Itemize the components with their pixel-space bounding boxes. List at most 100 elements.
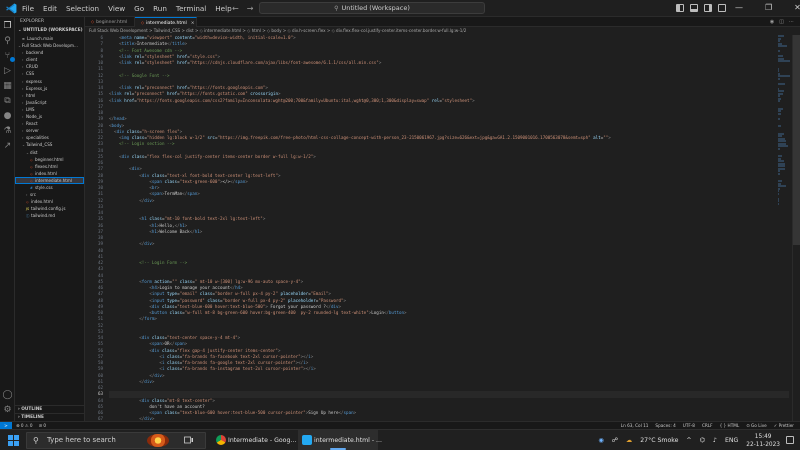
live-share-icon[interactable]: ↗ xyxy=(2,141,13,152)
customize-layout-icon[interactable] xyxy=(718,4,726,12)
minimap-line xyxy=(778,100,780,102)
minimap[interactable] xyxy=(778,35,790,205)
code-token: > xyxy=(278,91,281,97)
taskbar-app-chrome[interactable]: Intermediate - Goog... xyxy=(212,430,298,450)
explorer-icon[interactable]: ❐ xyxy=(2,21,13,32)
search-icon[interactable]: ⚲ xyxy=(2,36,13,47)
code-content[interactable]: <meta name="viewport" content="width=dev… xyxy=(109,35,789,421)
tree-file[interactable]: ◇ flexes.html xyxy=(15,163,84,170)
menu-item-file[interactable]: File xyxy=(22,3,34,14)
tree-file[interactable]: ≡ Launch.main xyxy=(15,35,84,42)
task-view-icon[interactable] xyxy=(184,435,194,445)
remote-explorer-icon[interactable]: ⧉ xyxy=(2,96,13,107)
toggle-panel-icon[interactable] xyxy=(690,4,698,12)
code-token: </ xyxy=(109,378,145,384)
tree-folder[interactable]: › html xyxy=(15,92,84,99)
go-live-icon[interactable]: ◉ xyxy=(770,17,774,27)
menu-item-edit[interactable]: Edit xyxy=(43,3,57,14)
accounts-icon[interactable]: ◯ xyxy=(2,390,13,401)
tree-folder[interactable]: › client xyxy=(15,56,84,63)
forward-arrow-icon[interactable]: → xyxy=(247,3,254,14)
tree-file[interactable]: # style.css xyxy=(15,184,84,191)
maximize-button[interactable]: ❐ xyxy=(765,2,772,14)
notifications-icon[interactable] xyxy=(786,436,794,444)
tree-folder[interactable]: › CRUD xyxy=(15,63,84,70)
taskbar-app-vscode[interactable]: intermediate.html - ... xyxy=(298,430,382,450)
tab-intermediate[interactable]: ◇ intermediate.html × xyxy=(135,17,197,27)
code-token: class xyxy=(177,278,193,284)
tree-folder[interactable]: ⌄Tailwind_CSS xyxy=(15,141,84,148)
tray-overflow-icon[interactable]: ^ xyxy=(686,437,691,444)
taskbar-search-box[interactable]: ⚲ Type here to search xyxy=(26,432,206,449)
timeline-section[interactable]: › TIMELINE xyxy=(15,413,84,421)
code-token: "hidden lg:block w-1/2" xyxy=(146,135,205,140)
tree-folder[interactable]: › server xyxy=(15,127,84,134)
code-token: div xyxy=(144,378,152,384)
tree-folder[interactable]: › JavaScript xyxy=(15,99,84,106)
code-token: div xyxy=(154,372,162,378)
tree-file[interactable]: ◇ intermediate.html xyxy=(15,176,84,184)
code-token: href xyxy=(164,91,178,97)
tab-beginner[interactable]: ◇ beginner.html xyxy=(85,17,135,27)
tree-folder[interactable]: › LMS xyxy=(15,106,84,113)
tree-file[interactable]: ◇ beginner.html xyxy=(15,156,84,163)
code-editor[interactable]: 6 7 8 9 10 11 12 13 14 15 16 17 18 19 20 21 22 23 24 25 26 27… xyxy=(85,35,800,421)
code-token: > xyxy=(277,347,281,353)
tree-item-label: style.css xyxy=(35,184,53,190)
menu-item-go[interactable]: Go xyxy=(134,3,144,14)
code-token: "style.css" xyxy=(189,53,218,59)
language-indicator[interactable]: ENG xyxy=(725,437,738,444)
workspace-section[interactable]: ⌄ UNTITLED (WORKSPACE) xyxy=(15,27,84,35)
command-center-search[interactable]: ⚲ Untitled (Workspace) xyxy=(259,2,485,14)
code-token: > xyxy=(313,366,316,372)
settings-gear-icon[interactable]: ⚙ xyxy=(2,405,13,416)
people-icon[interactable]: ☍ xyxy=(612,437,618,444)
breadcrumb[interactable]: Full Stack Web Development > Tailwind_CS… xyxy=(85,27,800,35)
tree-folder[interactable]: › specialities xyxy=(15,134,84,141)
extensions-icon[interactable]: ▦ xyxy=(2,81,13,92)
menu-item-selection[interactable]: Selection xyxy=(66,3,99,14)
toggle-secondary-sidebar-icon[interactable] xyxy=(704,4,712,12)
minimap-line xyxy=(778,147,780,150)
back-arrow-icon[interactable]: ← xyxy=(232,3,239,14)
toggle-sidebar-icon[interactable] xyxy=(676,4,684,12)
copilot-icon[interactable]: ◉ xyxy=(598,437,603,444)
run-debug-icon[interactable]: ▷ xyxy=(2,66,13,77)
tree-folder[interactable]: › Express_js xyxy=(15,85,84,92)
volume-icon[interactable]: ♪ xyxy=(713,437,717,444)
outline-section[interactable]: › OUTLINE xyxy=(15,405,84,413)
menu-item-view[interactable]: View xyxy=(108,3,125,14)
tree-folder[interactable]: › React xyxy=(15,120,84,127)
weather-label[interactable]: 27°C Smoke xyxy=(640,437,678,444)
tree-folder[interactable]: › backend xyxy=(15,49,84,56)
tree-folder[interactable]: › Node_js xyxy=(15,113,84,120)
editor-scrollbar[interactable] xyxy=(792,35,800,421)
split-editor-icon[interactable]: ◫ xyxy=(779,17,784,27)
clock[interactable]: 15:49 22-11-2023 xyxy=(746,433,780,449)
close-button[interactable]: ✕ xyxy=(794,2,800,14)
scrollbar-thumb[interactable] xyxy=(793,35,800,245)
tree-folder[interactable]: › express xyxy=(15,78,84,85)
code-token: > xyxy=(343,297,347,303)
testing-icon[interactable]: ⚗ xyxy=(2,126,13,137)
tree-item-label: flexes.html xyxy=(35,163,58,169)
close-tab-icon[interactable]: × xyxy=(191,21,195,26)
menu-item-help[interactable]: Help xyxy=(215,3,231,14)
minimize-button[interactable]: — xyxy=(735,2,743,14)
tree-folder[interactable]: ⌄Full Stack Web Developm... xyxy=(15,42,84,49)
weather-icon[interactable]: ☁ xyxy=(626,437,632,444)
network-icon[interactable]: ⌬ xyxy=(700,437,705,444)
tree-folder[interactable]: › CSS xyxy=(15,70,84,77)
tree-file[interactable]: JS tailwind.config.js xyxy=(15,205,84,212)
more-actions-icon[interactable]: ⋯ xyxy=(789,17,794,27)
tree-file[interactable]: ⓘ tailwind.md xyxy=(15,212,84,219)
windows-start-icon[interactable] xyxy=(8,435,19,446)
tree-folder[interactable]: ⌄dist xyxy=(15,149,84,156)
github-icon[interactable]: ● xyxy=(2,111,13,122)
tree-folder[interactable]: › src xyxy=(15,191,84,198)
tree-file[interactable]: ◇ index.html xyxy=(15,198,84,205)
menu-item-run[interactable]: Run xyxy=(153,3,167,14)
code-token: < xyxy=(109,135,122,140)
tree-file[interactable]: ◇ index.html xyxy=(15,170,84,177)
menu-item-terminal[interactable]: Terminal xyxy=(176,3,206,14)
